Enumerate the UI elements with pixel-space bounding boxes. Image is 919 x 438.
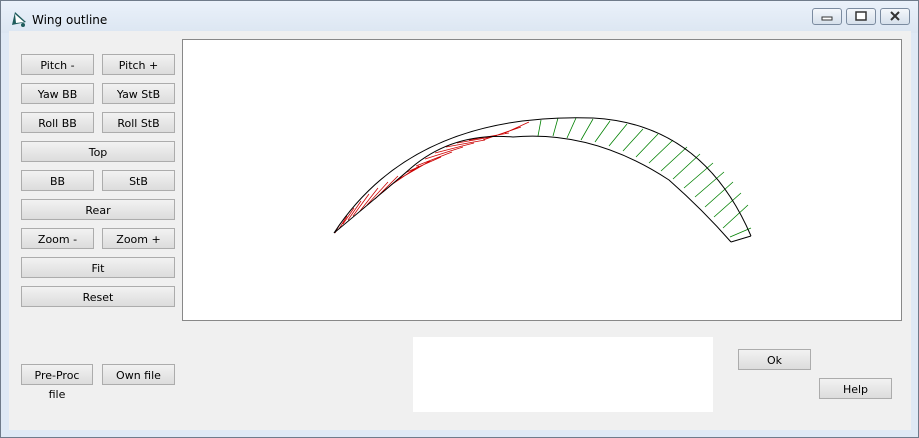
bb-view-button[interactable]: BB xyxy=(21,170,94,191)
wing-3d-view[interactable] xyxy=(182,39,902,321)
info-panel xyxy=(413,337,713,412)
rear-view-button[interactable]: Rear xyxy=(21,199,175,220)
zoom-out-button[interactable]: Zoom - xyxy=(21,228,94,249)
left-wing-half xyxy=(334,121,530,234)
wing-outline-drawing xyxy=(333,117,752,243)
right-wing-half xyxy=(537,117,752,238)
wing-outline-window: Wing outline Pitch - Pitch + Yaw BB Yaw … xyxy=(0,0,919,438)
fit-button[interactable]: Fit xyxy=(21,257,175,278)
restore-button[interactable] xyxy=(846,8,876,25)
ok-button[interactable]: Ok xyxy=(738,349,811,370)
roll-stb-button[interactable]: Roll StB xyxy=(102,112,175,133)
yaw-bb-button[interactable]: Yaw BB xyxy=(21,83,94,104)
pre-proc-file-button[interactable]: Pre-Proc file xyxy=(21,364,93,401)
own-file-button[interactable]: Own file xyxy=(102,364,175,385)
minimize-icon xyxy=(821,16,833,21)
close-button[interactable] xyxy=(880,8,910,25)
title-bar[interactable]: Wing outline xyxy=(1,1,918,33)
stb-view-button[interactable]: StB xyxy=(102,170,175,191)
wing-outline xyxy=(333,117,752,243)
roll-bb-button[interactable]: Roll BB xyxy=(21,112,94,133)
top-view-button[interactable]: Top xyxy=(21,141,175,162)
yaw-stb-button[interactable]: Yaw StB xyxy=(102,83,175,104)
reset-button[interactable]: Reset xyxy=(21,286,175,307)
close-icon xyxy=(890,11,900,21)
window-title: Wing outline xyxy=(32,13,108,27)
pitch-minus-button[interactable]: Pitch - xyxy=(21,54,94,75)
minimize-button[interactable] xyxy=(812,8,842,25)
restore-icon xyxy=(855,11,867,21)
paraglider-app-icon xyxy=(12,12,26,27)
pitch-plus-button[interactable]: Pitch + xyxy=(102,54,175,75)
help-button[interactable]: Help xyxy=(819,378,892,399)
zoom-in-button[interactable]: Zoom + xyxy=(102,228,175,249)
